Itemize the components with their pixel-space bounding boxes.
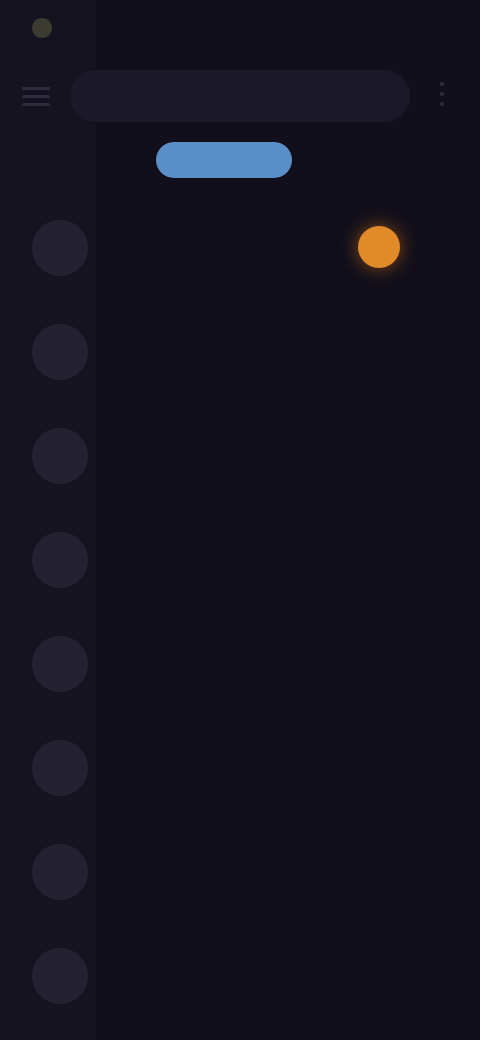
list-item[interactable]: [0, 404, 480, 508]
avatar: [32, 532, 88, 588]
list-item[interactable]: [0, 820, 480, 924]
avatar: [32, 324, 88, 380]
avatar: [32, 740, 88, 796]
avatar: [32, 636, 88, 692]
app-screen: [0, 0, 480, 1040]
list-item[interactable]: [0, 196, 480, 300]
list-item-text: [108, 432, 440, 438]
status-left: [32, 18, 62, 38]
list-item[interactable]: [0, 716, 480, 820]
list-item[interactable]: [0, 924, 480, 1028]
avatar: [32, 220, 88, 276]
status-icon: [32, 18, 52, 38]
unread-badge: [358, 226, 400, 268]
search-row: [0, 66, 480, 126]
list-item[interactable]: [0, 508, 480, 612]
list-item-text: [108, 328, 440, 334]
more-vert-icon[interactable]: [428, 80, 456, 108]
tab-bar: [0, 138, 480, 182]
search-input[interactable]: [70, 70, 410, 122]
list-item[interactable]: [0, 300, 480, 404]
menu-icon[interactable]: [22, 82, 50, 110]
conversation-list: [0, 196, 480, 1028]
list-item-text: [108, 952, 440, 958]
tab-3[interactable]: [308, 142, 458, 178]
tab-2-selected[interactable]: [156, 142, 292, 178]
avatar: [32, 428, 88, 484]
avatar: [32, 844, 88, 900]
list-item[interactable]: [0, 612, 480, 716]
tab-1[interactable]: [0, 142, 120, 178]
avatar: [32, 948, 88, 1004]
status-bar: [0, 0, 480, 62]
